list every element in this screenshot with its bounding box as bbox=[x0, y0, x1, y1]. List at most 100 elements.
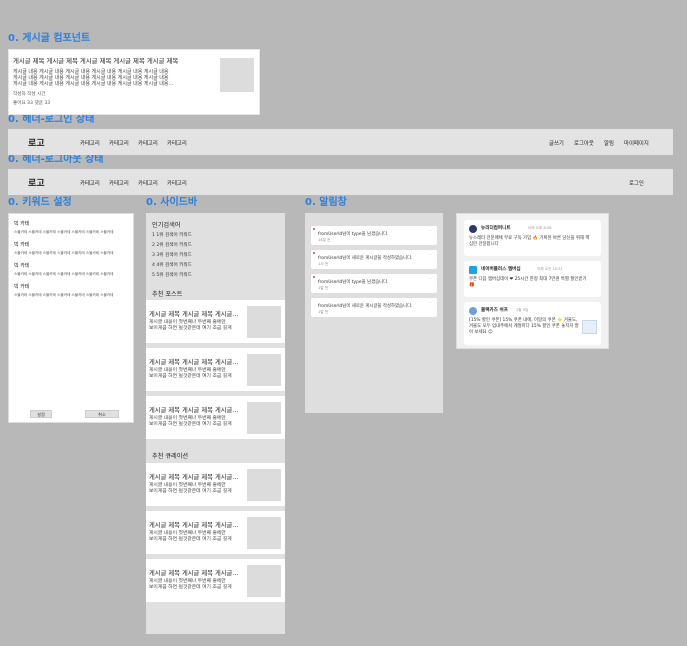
keyword-save-button[interactable]: 설정 bbox=[30, 410, 52, 418]
notification-link[interactable]: 알림 bbox=[604, 139, 614, 147]
card-thumbnail bbox=[247, 517, 281, 549]
header-logged-in: 로고 카테고리 카테고리 카테고리 카테고리 글쓰기 로그아웃 알림 마이페이지 bbox=[8, 129, 673, 155]
unread-dot bbox=[313, 276, 315, 278]
card-title: 게시글 제목 게시글 제목 게시글... bbox=[149, 474, 239, 481]
recommend-post-card[interactable]: 게시글 제목 게시글 제목 게시글... 게시글 내용이 첫번째나 두번째 줄에… bbox=[146, 348, 285, 391]
card-body: 게시글 내용이 첫번째나 두번째 줄에만 보이게끔 하면 될것같은데 여기 조금 … bbox=[149, 531, 232, 542]
popular-search-item[interactable]: 2 2위 검색어 키워드 bbox=[152, 242, 192, 248]
sender-avatar-icon bbox=[469, 266, 477, 274]
recommend-post-card[interactable]: 게시글 제목 게시글 제목 게시글... 게시글 내용이 첫번째나 두번째 줄에… bbox=[146, 396, 285, 439]
notification-panel: fromUserId님이 type을 남겼습니다. 14분 전 ... from… bbox=[305, 213, 443, 413]
notification-reference-panel: 뉴리더컴퍼니트 어제 오후 8:08 뉴스레터 전문매체 무료 구독 가입 🔥 … bbox=[456, 213, 609, 349]
sender-name: 뉴리더컴퍼니트 bbox=[481, 226, 511, 231]
notification-text: fromUserId님이 새로운 게시글을 작성하였습니다. bbox=[318, 256, 413, 261]
post-meta: 작성자 작성 시간 좋아요 33 댓글 33 bbox=[13, 91, 50, 108]
nav-category[interactable]: 카테고리 bbox=[167, 179, 187, 187]
post-card[interactable]: 게시글 제목 게시글 제목 게시글 제목 게시글 제목 게시글 제목 게시글 내… bbox=[8, 49, 260, 115]
sidebar: 인기검색어 1 1위 검색어 키워드 2 2위 검색어 키워드 3 3위 검색어… bbox=[146, 213, 285, 634]
notification-time: 1시 전 bbox=[318, 262, 329, 266]
post-title: 게시글 제목 게시글 제목 게시글 제목 게시글 제목 게시글 제목 bbox=[13, 57, 179, 65]
keyword-category: 빅 카테 bbox=[14, 242, 30, 248]
card-body: 게시글 내용이 첫번째나 두번째 줄에만 보이게끔 하면 될것같은데 여기 조금 … bbox=[149, 320, 232, 331]
popular-search-item[interactable]: 3 3위 검색어 키워드 bbox=[152, 252, 192, 258]
recommend-curation-card[interactable]: 게시글 제목 게시글 제목 게시글... 게시글 내용이 첫번째나 두번째 줄에… bbox=[146, 511, 285, 554]
notification-item[interactable]: fromUserId님이 새로운 게시글을 작성하였습니다. 1일 전 ... bbox=[311, 298, 437, 317]
post-body: 게시글 내용 게시글 내용 게시글 내용 게시글 내용 게시글 내용 게시글 내… bbox=[13, 69, 193, 88]
card-body: 게시글 내용이 첫번째나 두번째 줄에만 보이게끔 하면 될것같은데 여기 조금 … bbox=[149, 579, 232, 590]
recommend-curation-card[interactable]: 게시글 제목 게시글 제목 게시글... 게시글 내용이 첫번째나 두번째 줄에… bbox=[146, 559, 285, 602]
write-link[interactable]: 글쓰기 bbox=[549, 139, 564, 147]
card-body: 게시글 내용이 첫번째나 두번째 줄에만 보이게끔 하면 될것같은데 여기 조금 … bbox=[149, 483, 232, 494]
nav-category[interactable]: 카테고리 bbox=[138, 139, 158, 147]
card-thumbnail bbox=[247, 565, 281, 597]
recommend-curation-card[interactable]: 게시글 제목 게시글 제목 게시글... 게시글 내용이 첫번째나 두번째 줄에… bbox=[146, 463, 285, 506]
card-body: 게시글 내용이 첫번째나 두번째 줄에만 보이게끔 하면 될것같은데 여기 조금 … bbox=[149, 368, 232, 379]
coupon-thumbnail bbox=[582, 320, 597, 334]
notification-item[interactable]: fromUserId님이 type을 남겼습니다. 14분 전 ... bbox=[311, 226, 437, 245]
mypage-link[interactable]: 마이페이지 bbox=[624, 139, 649, 147]
section-title-keyword-settings: 0. 키워드 설정 bbox=[8, 197, 72, 208]
recommend-post-card[interactable]: 게시글 제목 게시글 제목 게시글... 게시글 내용이 첫번째나 두번째 줄에… bbox=[146, 300, 285, 343]
sender-time: 어제 오전 10:51 bbox=[537, 267, 563, 271]
logout-link[interactable]: 로그아웃 bbox=[574, 139, 594, 147]
popular-search-item[interactable]: 4 4위 검색어 키워드 bbox=[152, 262, 192, 268]
recommend-posts-heading: 추천 포스트 bbox=[152, 291, 183, 298]
card-body: 게시글 내용이 첫번째나 두번째 줄에만 보이게끔 하면 될것같은데 여기 조금 … bbox=[149, 416, 232, 427]
sender-avatar-icon bbox=[469, 307, 477, 315]
nav-category[interactable]: 카테고리 bbox=[109, 179, 129, 187]
card-thumbnail bbox=[247, 306, 281, 338]
nav-category[interactable]: 카테고리 bbox=[109, 139, 129, 147]
login-link[interactable]: 로그인 bbox=[629, 179, 644, 187]
reference-notification-item[interactable]: 네이버플러스 멤버십 어제 오전 10:51 쿠폰 다음 멤버십데이 ❤ 25시… bbox=[464, 261, 601, 297]
notification-text: fromUserId님이 새로운 게시글을 작성하였습니다. bbox=[318, 304, 413, 309]
keyword-cancel-button[interactable]: 취소 bbox=[85, 410, 119, 418]
nav-category[interactable]: 카테고리 bbox=[80, 139, 100, 147]
card-title: 게시글 제목 게시글 제목 게시글... bbox=[149, 359, 239, 366]
nav-category[interactable]: 카테고리 bbox=[80, 179, 100, 187]
popular-search-heading: 인기검색어 bbox=[152, 222, 181, 229]
popular-search-item[interactable]: 5 5위 검색어 키워드 bbox=[152, 272, 192, 278]
card-title: 게시글 제목 게시글 제목 게시글... bbox=[149, 407, 239, 414]
reference-notification-item[interactable]: 뉴리더컴퍼니트 어제 오후 8:08 뉴스레터 전문매체 무료 구독 가입 🔥 … bbox=[464, 220, 601, 256]
header-logged-out: 로고 카테고리 카테고리 카테고리 카테고리 로그인 bbox=[8, 169, 673, 195]
keyword-subcategories[interactable]: 스몰카테 스몰카테 스몰카테 스몰카테 스몰카테 스몰카테 스몰카테 bbox=[14, 251, 134, 256]
more-icon[interactable]: ... bbox=[428, 275, 432, 280]
card-thumbnail bbox=[247, 354, 281, 386]
nav-category[interactable]: 카테고리 bbox=[167, 139, 187, 147]
card-thumbnail bbox=[247, 402, 281, 434]
more-icon[interactable]: ... bbox=[428, 251, 432, 256]
card-title: 게시글 제목 게시글 제목 게시글... bbox=[149, 522, 239, 529]
notification-item[interactable]: fromUserId님이 type을 남겼습니다. 1일 전 ... bbox=[311, 274, 437, 293]
keyword-subcategories[interactable]: 스몰카테 스몰카테 스몰카테 스몰카테 스몰카테 스몰카테 스몰카테 bbox=[14, 272, 134, 277]
keyword-category: 빅 카테 bbox=[14, 221, 30, 227]
card-title: 게시글 제목 게시글 제목 게시글... bbox=[149, 311, 239, 318]
keyword-category: 빅 카테 bbox=[14, 263, 30, 269]
notification-text: fromUserId님이 type을 남겼습니다. bbox=[318, 280, 389, 285]
keyword-settings-panel: 빅 카테 스몰카테 스몰카테 스몰카테 스몰카테 스몰카테 스몰카테 스몰카테 … bbox=[8, 213, 134, 423]
logo[interactable]: 로고 bbox=[28, 136, 45, 149]
keyword-subcategories[interactable]: 스몰카테 스몰카테 스몰카테 스몰카테 스몰카테 스몰카테 스몰카테 bbox=[14, 293, 134, 298]
reference-notification-item[interactable]: 블랙카즈 쉬프 1월 9일 [15% 할인 쿠폰] 15% 쿠폰 내에, 이달의… bbox=[464, 302, 601, 345]
nav-category[interactable]: 카테고리 bbox=[138, 179, 158, 187]
notification-time: 1일 전 bbox=[318, 310, 329, 314]
more-icon[interactable]: ... bbox=[428, 299, 432, 304]
keyword-subcategories[interactable]: 스몰카테 스몰카테 스몰카테 스몰카테 스몰카테 스몰카테 스몰카테 bbox=[14, 230, 134, 235]
post-author: 작성자 작성 시간 bbox=[13, 92, 46, 97]
popular-search-item[interactable]: 1 1위 검색어 키워드 bbox=[152, 232, 192, 238]
section-title-sidebar: 0. 사이드바 bbox=[146, 197, 198, 208]
unread-dot bbox=[313, 228, 315, 230]
sender-name: 블랙카즈 쉬프 bbox=[481, 308, 508, 313]
recommend-curation-heading: 추천 큐레이션 bbox=[152, 453, 189, 460]
keyword-category: 빅 카테 bbox=[14, 284, 30, 290]
notification-time: 14분 전 bbox=[318, 238, 331, 242]
sender-time: 어제 오후 8:08 bbox=[528, 226, 552, 230]
notification-message: [15% 할인 쿠폰] 15% 쿠폰 내에, 이달의 쿠폰 ⭐ 겨울도, 겨울도… bbox=[469, 318, 579, 335]
post-stats: 좋아요 33 댓글 33 bbox=[13, 100, 51, 106]
logo[interactable]: 로고 bbox=[28, 176, 45, 189]
sender-time: 1월 9일 bbox=[516, 308, 529, 312]
sender-avatar-icon bbox=[469, 225, 477, 233]
post-body-line: 게시글 내용 게시글 내용 게시글 내용 게시글 내용 게시글 내용 게시글 내… bbox=[13, 81, 174, 88]
notification-item[interactable]: fromUserId님이 새로운 게시글을 작성하였습니다. 1시 전 ... bbox=[311, 250, 437, 269]
more-icon[interactable]: ... bbox=[428, 227, 432, 232]
notification-message: 쿠폰 다음 멤버십데이 ❤ 25시간 한정 최대 7만원 특별 할인받기 🎁 bbox=[469, 277, 587, 288]
